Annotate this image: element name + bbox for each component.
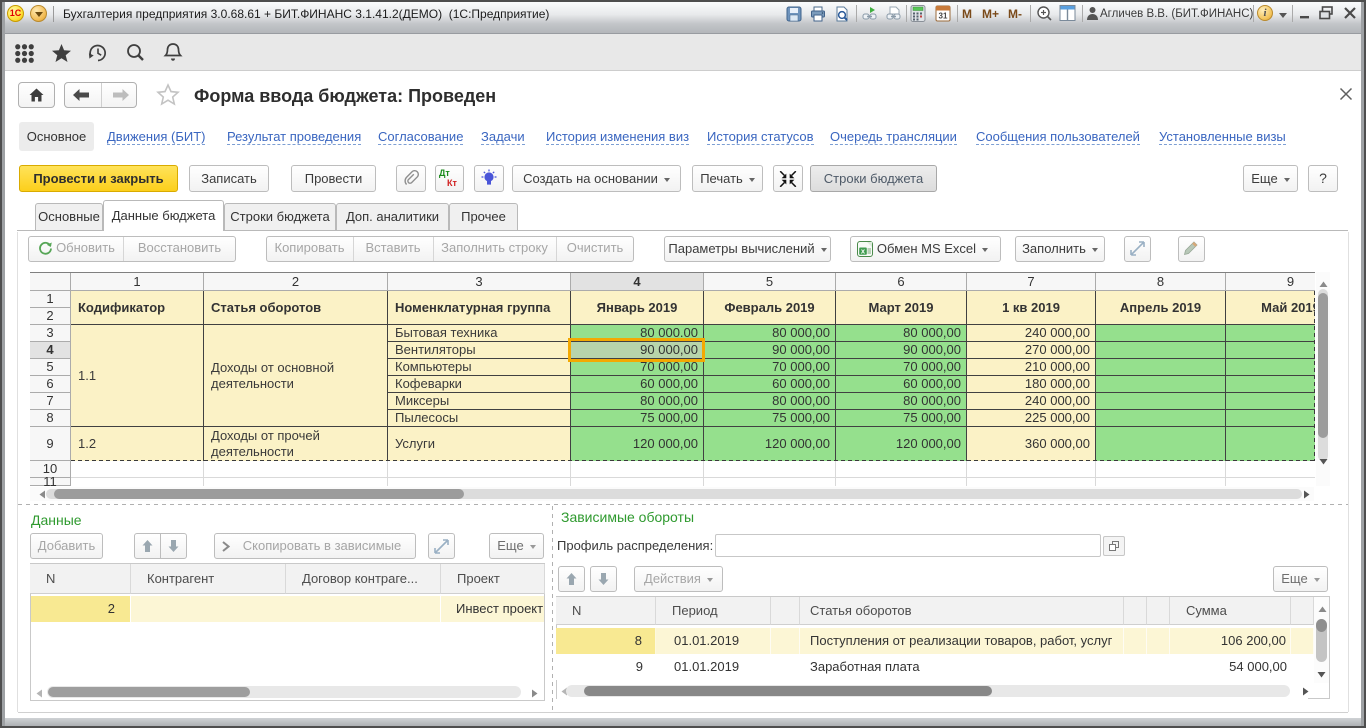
svg-text:31: 31 [939,12,948,21]
